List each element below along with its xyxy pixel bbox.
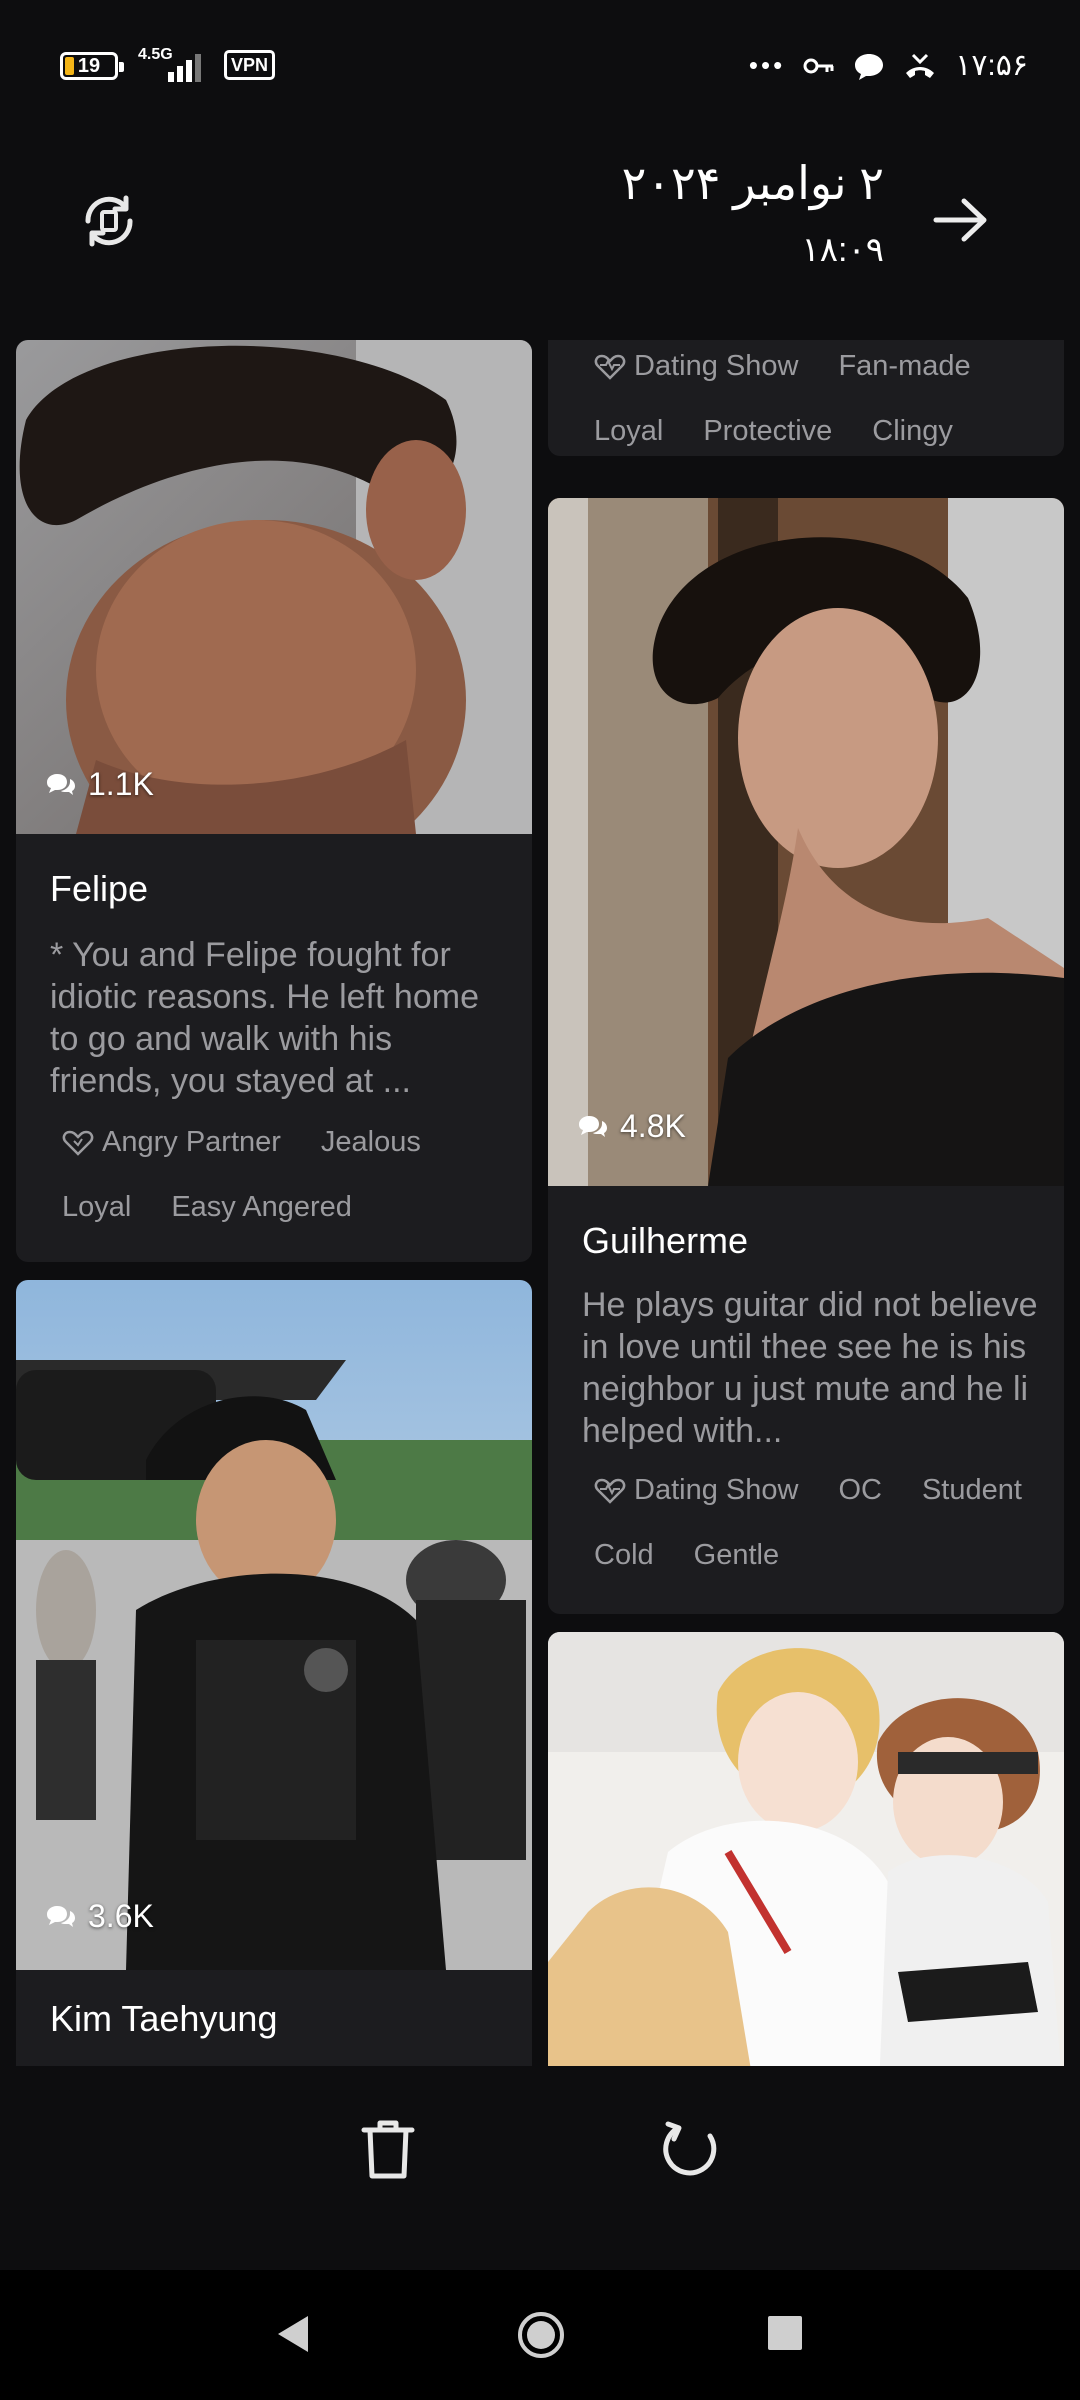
missed-call-icon xyxy=(906,53,935,78)
trash-icon[interactable] xyxy=(360,2118,416,2180)
status-bar: 19 4.5G VPN ••• ۱۷:۵۶ xyxy=(0,40,1080,90)
action-bar xyxy=(0,2066,1080,2270)
tag-label: Dating Show xyxy=(634,1474,799,1506)
right-column: Dating Show Fan-made Loyal Protective Cl… xyxy=(548,340,1064,2066)
chat-count: 3.6K xyxy=(46,1898,154,1935)
tag-list: Dating Show OC Student Cold Gentle xyxy=(574,1468,1054,1578)
tag-label: Loyal xyxy=(594,415,664,447)
tag-label: Gentle xyxy=(693,1539,780,1571)
chat-bubble-icon xyxy=(47,1905,75,1927)
tag[interactable]: Dating Show xyxy=(574,344,818,389)
description-text: He plays guitar did not believe in love … xyxy=(582,1286,1038,1450)
description-text: * You and Felipe fought for idiotic reas… xyxy=(50,936,479,1100)
heart-tag-icon xyxy=(594,1478,626,1504)
tag-label: Clingy xyxy=(872,415,953,447)
character-card-partial[interactable]: Dating Show Fan-made Loyal Protective Cl… xyxy=(548,340,1064,456)
tag-label: OC xyxy=(838,1474,882,1506)
tag[interactable]: Angry Partner xyxy=(42,1120,301,1165)
signal-icon xyxy=(168,52,212,82)
chat-count-value: 4.8K xyxy=(620,1108,686,1144)
character-description: * You and Felipe fought for idiotic reas… xyxy=(50,934,510,1102)
tag[interactable]: Easy Angered xyxy=(151,1185,372,1230)
tag[interactable]: Fan-made xyxy=(818,344,990,389)
character-photo xyxy=(16,340,532,834)
heart-tag-icon xyxy=(62,1130,94,1156)
tag-label: Jealous xyxy=(320,1126,421,1158)
left-column: 1.1K Felipe * You and Felipe fought for … xyxy=(16,340,532,2066)
clock: ۱۷:۵۶ xyxy=(955,49,1028,82)
chat-count-value: 1.1K xyxy=(88,766,154,802)
tag-label: Fan-made xyxy=(838,350,971,382)
tag-label: Loyal xyxy=(62,1191,132,1223)
key-icon xyxy=(803,58,834,73)
chat-bubble-icon xyxy=(579,1115,607,1137)
tag[interactable]: Dating Show xyxy=(574,1468,818,1513)
tag[interactable]: Protective xyxy=(683,409,852,454)
character-photo xyxy=(16,1280,532,1970)
character-card-anime[interactable] xyxy=(548,1632,1064,2066)
vpn-badge: VPN xyxy=(224,50,276,80)
tag[interactable]: Gentle xyxy=(674,1533,799,1578)
nav-back-icon[interactable] xyxy=(272,2312,316,2356)
tag-label: Dating Show xyxy=(634,350,799,382)
character-description: He plays guitar did not believe in love … xyxy=(582,1284,1042,1452)
character-name: Kim Taehyung xyxy=(50,1998,278,2039)
tag[interactable]: Cold xyxy=(574,1533,674,1578)
character-card-kim-taehyung[interactable]: 3.6K Kim Taehyung xyxy=(16,1280,532,2066)
tag[interactable]: Jealous xyxy=(301,1120,441,1165)
tag-list: Angry Partner Jealous Loyal Easy Angered xyxy=(42,1120,522,1230)
tag-label: Angry Partner xyxy=(102,1126,281,1158)
chat-bubble-icon xyxy=(47,773,75,795)
tag-label: Cold xyxy=(594,1539,654,1571)
chat-count: 4.8K xyxy=(578,1108,686,1145)
character-card-guilherme[interactable]: 4.8K Guilherme He plays guitar did not b… xyxy=(548,498,1064,1614)
tag[interactable]: Student xyxy=(902,1468,1042,1513)
tag-list: Dating Show Fan-made Loyal Protective Cl… xyxy=(574,344,1054,454)
arrow-right-icon[interactable] xyxy=(932,196,990,244)
nav-home-icon[interactable] xyxy=(516,2310,566,2360)
character-name: Felipe xyxy=(50,868,149,909)
header-time: ۱۸:۰۹ xyxy=(801,231,885,269)
chat-status-icon xyxy=(855,53,884,80)
battery-icon: 19 xyxy=(60,52,124,80)
tag[interactable]: Loyal xyxy=(574,409,683,454)
tag[interactable]: OC xyxy=(818,1468,902,1513)
chat-count: 1.1K xyxy=(46,766,154,803)
nav-recent-icon[interactable] xyxy=(768,2316,802,2350)
tag-label: Student xyxy=(921,1474,1022,1506)
chat-count-value: 3.6K xyxy=(88,1898,154,1934)
heart-tag-icon xyxy=(594,354,626,380)
character-photo xyxy=(548,1632,1064,2066)
tag-label: Protective xyxy=(703,415,833,447)
tag[interactable]: Clingy xyxy=(852,409,973,454)
battery-level: 19 xyxy=(77,55,101,77)
character-name: Guilherme xyxy=(582,1220,749,1261)
sync-icon[interactable] xyxy=(78,190,140,252)
character-photo xyxy=(548,498,1064,1186)
reload-icon[interactable] xyxy=(660,2116,724,2180)
tag[interactable]: Loyal xyxy=(42,1185,151,1230)
header-date: ۲ نوامبر ۲۰۲۴ xyxy=(621,157,884,209)
more-dots-icon: ••• xyxy=(748,50,786,80)
character-card-felipe[interactable]: 1.1K Felipe * You and Felipe fought for … xyxy=(16,340,532,1262)
tag-label: Easy Angered xyxy=(171,1191,352,1223)
